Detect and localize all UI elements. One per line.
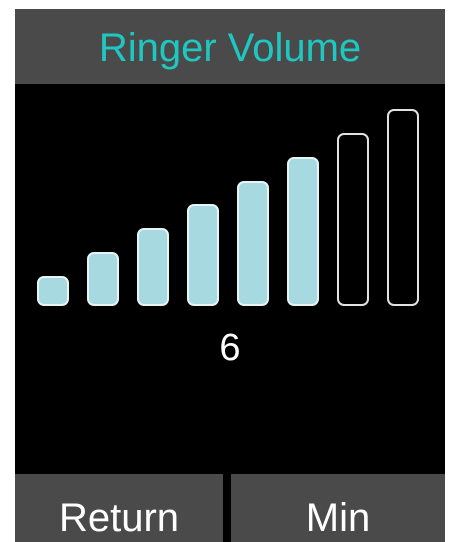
phone-screen: Ringer Volume 6 Return Min (15, 9, 445, 542)
volume-level-bars (15, 9, 445, 542)
volume-bar-7 (337, 132, 369, 306)
return-softkey[interactable]: Return (15, 474, 223, 542)
volume-bar-3 (137, 228, 169, 306)
return-softkey-label: Return (58, 495, 180, 540)
volume-bar-1 (37, 276, 69, 306)
volume-bar-6 (287, 156, 319, 306)
softkey-bar: Return Min (15, 474, 445, 542)
volume-level-value: 6 (219, 327, 241, 369)
min-softkey[interactable]: Min (231, 474, 445, 542)
volume-bar-4 (187, 204, 219, 306)
min-softkey-label: Min (305, 495, 371, 540)
volume-bar-2 (87, 252, 119, 306)
volume-bar-5 (237, 180, 269, 306)
volume-bar-8 (387, 109, 419, 306)
